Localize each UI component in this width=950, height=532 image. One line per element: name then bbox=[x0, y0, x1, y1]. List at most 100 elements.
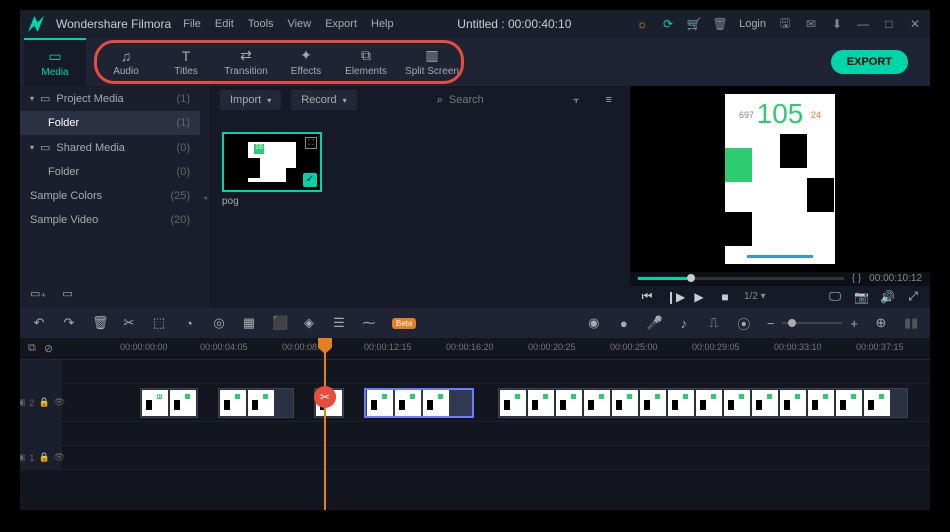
download-icon[interactable]: ⬇ bbox=[830, 17, 844, 31]
timeline-clip[interactable]: ▶ bbox=[498, 388, 908, 418]
refresh-icon[interactable]: ⟳ bbox=[661, 17, 675, 31]
tab-media[interactable]: ▭ Media bbox=[24, 38, 86, 86]
timeline-clip[interactable]: ▶pog bbox=[140, 388, 198, 418]
media-sidebar: ▾▭Project Media(1) Folder(1) ▾▭Shared Me… bbox=[20, 86, 200, 308]
adjust-icon[interactable]: ☰ bbox=[332, 315, 346, 331]
menu-help[interactable]: Help bbox=[371, 18, 394, 30]
mail-icon[interactable]: ✉ bbox=[804, 17, 818, 31]
audio-wave-icon[interactable]: ⁓ bbox=[362, 315, 376, 331]
trash-icon[interactable]: 🗑 bbox=[713, 17, 727, 31]
media-thumbnail[interactable]: 16 ⛶ ✓ bbox=[222, 132, 322, 192]
playback-scale[interactable]: 1/2 ▾ bbox=[744, 291, 766, 302]
search-input[interactable] bbox=[449, 94, 549, 106]
tab-titles[interactable]: TTitles bbox=[156, 47, 216, 77]
mask-icon[interactable]: ⬛ bbox=[272, 315, 286, 331]
delete-icon[interactable]: 🗑 bbox=[92, 315, 106, 331]
export-button[interactable]: EXPORT bbox=[831, 50, 908, 74]
timeline-toolbar: ↶ ↷ 🗑 ✂ ⬚ ◔ ◎ ▦ ⬛ ◈ ☰ ⁓ Beta ◉ ● 🎤 ♪ ⎍ ⦿… bbox=[20, 308, 930, 338]
record-dropdown[interactable]: Record▾ bbox=[291, 90, 356, 110]
lock-icon[interactable]: 🔒 bbox=[38, 397, 49, 408]
preview-video: 69710524 bbox=[725, 94, 835, 264]
preview-scrubber[interactable] bbox=[638, 277, 844, 280]
menu-file[interactable]: File bbox=[183, 18, 201, 30]
cut-icon[interactable]: ✂ bbox=[122, 315, 136, 331]
sidebar-sample-video[interactable]: Sample Video(20) bbox=[20, 208, 200, 232]
magnet-icon[interactable]: ⊘ bbox=[44, 342, 53, 355]
mic-icon[interactable]: 🎤 bbox=[647, 315, 661, 331]
menu-tools[interactable]: Tools bbox=[248, 18, 274, 30]
timeline-zoom[interactable]: − + bbox=[767, 316, 858, 331]
sort-icon[interactable]: ≡ bbox=[598, 94, 620, 106]
visibility-icon[interactable]: 👁 bbox=[54, 452, 65, 463]
login-button[interactable]: Login bbox=[739, 18, 766, 30]
search-icon: ⌕ bbox=[437, 94, 443, 107]
new-folder-icon[interactable]: ▭ bbox=[62, 287, 72, 300]
render-icon[interactable]: ⦿ bbox=[737, 314, 751, 333]
save-icon[interactable]: 🖫 bbox=[778, 17, 792, 31]
stop-icon[interactable]: ■ bbox=[718, 290, 732, 304]
meter-icon[interactable]: ▮▮ bbox=[904, 315, 918, 331]
prev-frame-icon[interactable]: ⏮ bbox=[640, 289, 654, 304]
chevron-down-icon: ▾ bbox=[30, 143, 34, 152]
mixer-icon[interactable]: ⎍ bbox=[707, 315, 721, 331]
video-track-2[interactable]: ▣2🔒👁 ▶pog▶▶▶▶ bbox=[20, 384, 930, 422]
brightness-icon[interactable]: ☼ bbox=[635, 17, 649, 31]
cart-icon[interactable]: 🛒 bbox=[687, 17, 701, 31]
speed-icon[interactable]: ◔ bbox=[182, 316, 196, 331]
redo-icon[interactable]: ↷ bbox=[62, 315, 76, 331]
menu-edit[interactable]: Edit bbox=[215, 18, 234, 30]
display-icon[interactable]: 🖵 bbox=[828, 289, 842, 304]
filter-icon[interactable]: ⫟ bbox=[565, 94, 588, 107]
tab-transition[interactable]: ⇄Transition bbox=[216, 47, 276, 77]
zoom-fit-icon[interactable]: ⊕ bbox=[874, 315, 888, 331]
sidebar-sample-colors[interactable]: Sample Colors(25) bbox=[20, 184, 200, 208]
track-icon: ▣ bbox=[20, 452, 25, 463]
tab-elements[interactable]: ⧉Elements bbox=[336, 47, 396, 77]
new-folder-plus-icon[interactable]: ▭₊ bbox=[30, 287, 46, 300]
link-tracks-icon[interactable]: ⧉ bbox=[28, 342, 36, 355]
folder-icon: ▭ bbox=[40, 141, 50, 154]
color-icon[interactable]: ◎ bbox=[212, 315, 226, 331]
record-icon[interactable]: ● bbox=[617, 316, 631, 331]
music-icon[interactable]: ♪ bbox=[677, 316, 691, 331]
zoom-in-icon[interactable]: + bbox=[850, 316, 858, 331]
play-icon[interactable]: ▶ bbox=[692, 290, 706, 304]
minimize-icon[interactable]: — bbox=[856, 17, 870, 31]
undo-icon[interactable]: ↶ bbox=[32, 315, 46, 331]
marker-icon[interactable]: ◉ bbox=[587, 315, 601, 331]
expand-icon[interactable]: ⛶ bbox=[305, 137, 317, 149]
timeline-ruler[interactable]: ⧉⊘ 00:00:00:00 00:00:04:05 00:00:08:10 0… bbox=[20, 338, 930, 360]
fullscreen-icon[interactable]: ⤢ bbox=[906, 289, 920, 304]
greensscreen-icon[interactable]: ▦ bbox=[242, 315, 256, 331]
tab-splitscreen[interactable]: ▥Split Screen bbox=[396, 47, 468, 77]
volume-icon[interactable]: 🔊 bbox=[880, 290, 894, 304]
zoom-out-icon[interactable]: − bbox=[767, 316, 775, 331]
tab-effects[interactable]: ✦Effects bbox=[276, 47, 336, 77]
crop-icon[interactable]: ⬚ bbox=[152, 315, 166, 331]
checkmark-icon: ✓ bbox=[303, 173, 317, 187]
lock-icon[interactable]: 🔒 bbox=[38, 452, 49, 463]
sidebar-folder-2[interactable]: Folder(0) bbox=[20, 160, 200, 184]
keyframe-icon[interactable]: ◈ bbox=[302, 315, 316, 331]
app-logo bbox=[28, 16, 44, 32]
thumbnail-label: pog bbox=[222, 196, 618, 207]
audio-track-1[interactable]: ▣1🔒👁 bbox=[20, 446, 930, 470]
sidebar-collapse-handle[interactable]: ◂ bbox=[200, 86, 210, 308]
snapshot-icon[interactable]: 📷 bbox=[854, 290, 868, 304]
menu-export[interactable]: Export bbox=[325, 18, 357, 30]
sidebar-shared-media[interactable]: ▾▭Shared Media(0) bbox=[20, 135, 200, 160]
sidebar-project-media[interactable]: ▾▭Project Media(1) bbox=[20, 86, 200, 111]
timeline-clip[interactable]: ▶ bbox=[364, 388, 474, 418]
step-back-icon[interactable]: ❙▶ bbox=[666, 290, 680, 304]
maximize-icon[interactable]: □ bbox=[882, 17, 896, 31]
close-icon[interactable]: ✕ bbox=[908, 17, 922, 31]
sidebar-folder-1[interactable]: Folder(1) bbox=[20, 111, 200, 135]
menu-view[interactable]: View bbox=[288, 18, 312, 30]
tab-audio[interactable]: ♫Audio bbox=[96, 47, 156, 77]
playhead[interactable]: ✂ bbox=[324, 338, 326, 510]
import-dropdown[interactable]: Import▾ bbox=[220, 90, 281, 110]
timeline: ⧉⊘ 00:00:00:00 00:00:04:05 00:00:08:10 0… bbox=[20, 338, 930, 510]
timeline-clip[interactable]: ▶ bbox=[218, 388, 294, 418]
split-clip-button[interactable]: ✂ bbox=[314, 386, 336, 408]
beta-badge: Beta bbox=[392, 318, 416, 329]
